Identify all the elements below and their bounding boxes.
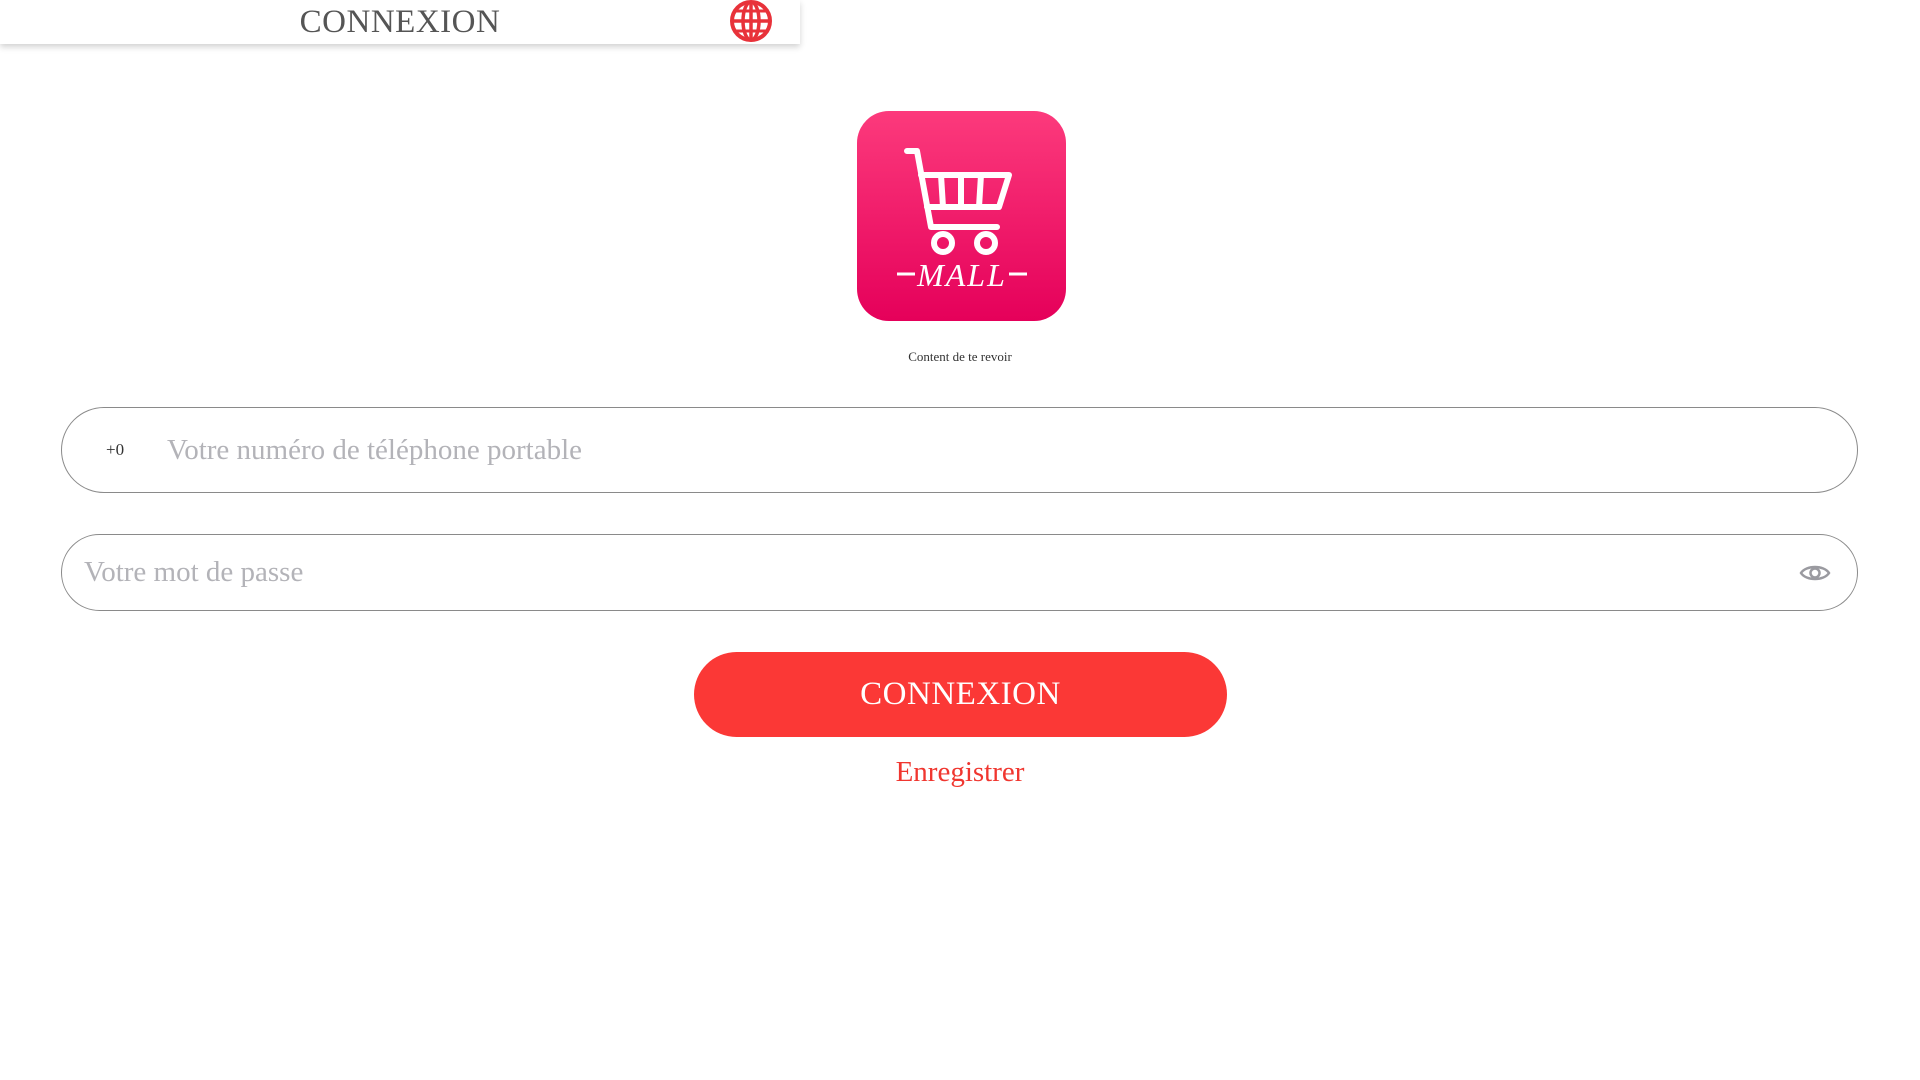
eye-icon (1799, 565, 1831, 580)
page-title: CONNEXION (299, 4, 501, 40)
phone-input[interactable] (167, 408, 1807, 492)
header-bar: CONNEXION (0, 0, 800, 44)
toggle-password-visibility[interactable] (1795, 535, 1835, 610)
globe-icon (730, 0, 772, 42)
app-logo: MALL (857, 111, 1066, 321)
logo-text: MALL (916, 257, 1007, 293)
welcome-tagline: Content de te revoir (908, 349, 1012, 364)
password-input[interactable] (84, 535, 1764, 610)
phone-field: +0 (61, 407, 1858, 493)
login-page: CONNEXION MALL Content de te revoir +0 V… (0, 0, 1920, 1080)
country-code-selector[interactable]: +0 (106, 408, 124, 492)
language-button[interactable] (729, 0, 773, 43)
password-field (61, 534, 1858, 611)
register-link[interactable]: Enregistrer (0, 756, 1920, 789)
login-button[interactable]: CONNEXION (694, 652, 1227, 737)
